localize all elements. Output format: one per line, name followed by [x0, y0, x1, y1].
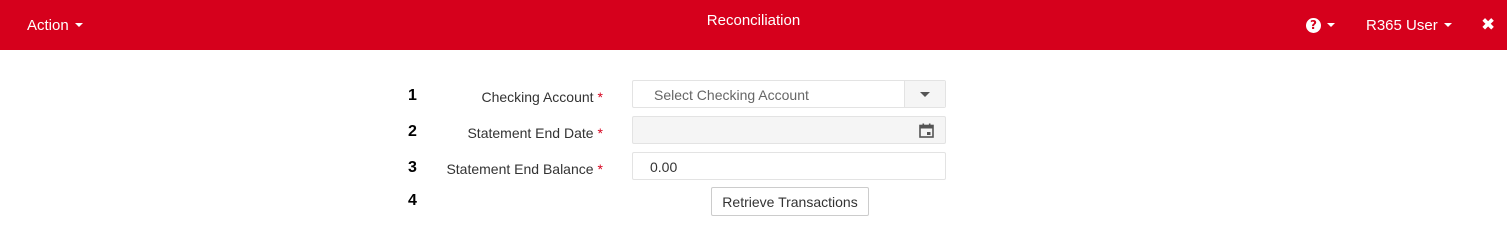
checking-account-select[interactable]: Select Checking Account — [632, 80, 946, 108]
step-number: 3 — [408, 159, 417, 176]
page-title: Reconciliation — [706, 11, 801, 29]
statement-end-balance-value: 0.00 — [650, 159, 678, 175]
help-menu[interactable]: ? — [1306, 0, 1335, 50]
field-label-text: Statement End Date — [467, 125, 594, 141]
field-label-text: Statement End Balance — [446, 161, 594, 177]
statement-end-balance-input[interactable]: 0.00 — [632, 152, 946, 180]
step-number: 4 — [408, 192, 417, 209]
close-icon[interactable]: ✖ — [1481, 0, 1495, 50]
chevron-down-icon — [920, 91, 930, 97]
help-icon: ? — [1306, 17, 1321, 33]
field-label-text: Checking Account — [481, 89, 594, 105]
required-marker: * — [597, 89, 603, 105]
required-marker: * — [597, 125, 603, 141]
statement-end-date-label: Statement End Date * — [467, 123, 603, 143]
step-number: 2 — [408, 123, 417, 140]
step-number: 1 — [408, 87, 417, 104]
dropdown-toggle[interactable] — [904, 81, 945, 107]
calendar-icon[interactable] — [919, 123, 934, 138]
checking-account-label: Checking Account * — [481, 87, 603, 107]
retrieve-transactions-button[interactable]: Retrieve Transactions — [711, 187, 869, 216]
checking-account-placeholder: Select Checking Account — [654, 87, 809, 103]
chevron-down-icon — [1443, 23, 1452, 27]
top-bar: Action Reconciliation ? R365 User ✖ — [0, 0, 1507, 50]
statement-end-balance-label: Statement End Balance * — [446, 159, 603, 179]
user-menu-label: R365 User — [1366, 16, 1438, 34]
user-menu[interactable]: R365 User — [1366, 0, 1452, 50]
required-marker: * — [597, 161, 603, 177]
chevron-down-icon — [1327, 23, 1335, 27]
statement-end-date-field[interactable] — [632, 116, 946, 144]
